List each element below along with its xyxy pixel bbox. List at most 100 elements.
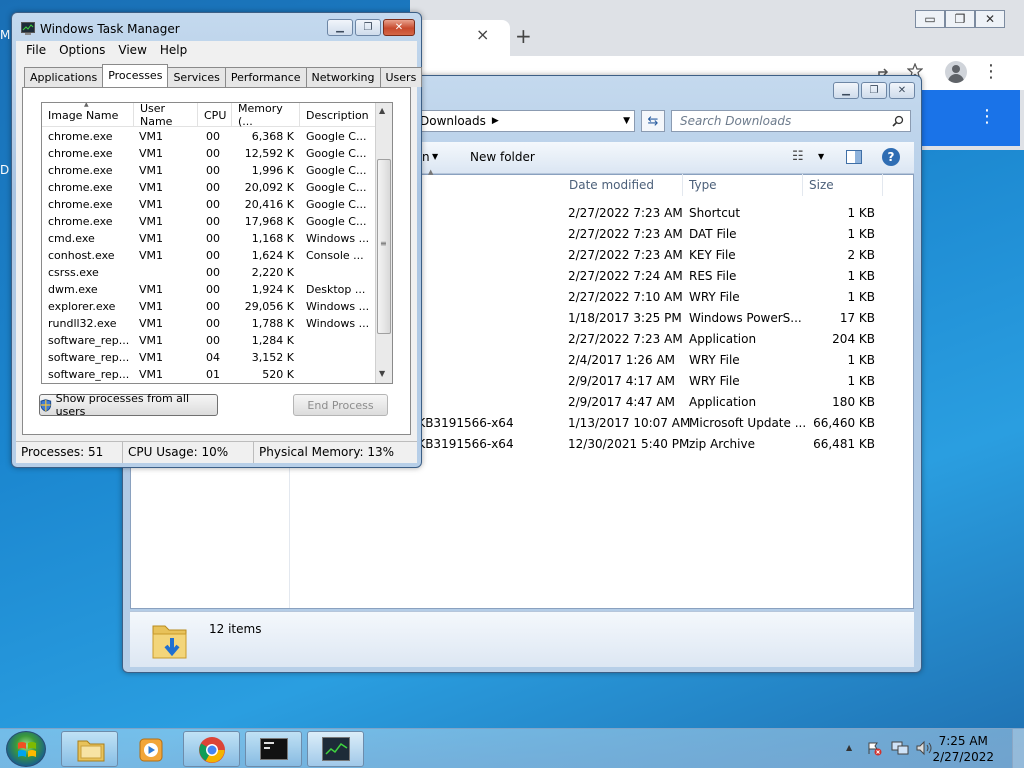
col-cpu[interactable]: CPU	[198, 103, 232, 127]
taskbar-explorer-button[interactable]	[61, 731, 118, 767]
view-options-icon[interactable]: ☷	[792, 149, 804, 164]
chrome-maximize-icon[interactable]: ❐	[945, 10, 975, 28]
view-dropdown-icon[interactable]: ▼	[818, 152, 824, 161]
address-dropdown-icon[interactable]: ▼	[623, 116, 630, 126]
explorer-close-icon[interactable]: ✕	[889, 82, 915, 99]
tm-close-icon[interactable]: ✕	[383, 19, 415, 36]
process-image-name: chrome.exe	[48, 130, 113, 143]
process-row[interactable]: conhost.exe VM1 00 1,624 K Console ...	[42, 247, 376, 264]
show-all-processes-button[interactable]: Show processes from all users	[39, 392, 218, 418]
taskbar-task-manager-button[interactable]	[307, 731, 364, 767]
status-cpu-usage: CPU Usage: 10%	[123, 442, 254, 463]
tab-processes[interactable]: Processes	[102, 64, 169, 87]
process-row[interactable]: rundll32.exe VM1 00 1,788 K Windows ...	[42, 315, 376, 332]
organize-partial-label[interactable]: n	[422, 150, 430, 164]
show-desktop-button[interactable]	[1012, 729, 1024, 768]
action-center-icon[interactable]	[866, 740, 882, 756]
file-row[interactable]: 2/27/2022 7:23 AM DAT File 1 KB	[413, 223, 908, 244]
scroll-up-icon[interactable]: ▲	[379, 106, 385, 115]
organize-dropdown-icon[interactable]: ▼	[432, 152, 438, 161]
process-image-name: software_rep...	[48, 351, 130, 364]
tab-applications[interactable]: Applications	[24, 67, 104, 87]
file-row[interactable]: 2/27/2022 7:24 AM RES File 1 KB	[413, 265, 908, 286]
process-list-scrollbar[interactable]: ▲ ≡ ▼	[375, 103, 392, 383]
profile-avatar-icon[interactable]	[945, 61, 967, 83]
process-row[interactable]: software_rep... VM1 01 520 K	[42, 366, 376, 383]
chrome-new-tab-icon[interactable]: +	[515, 24, 532, 48]
col-description[interactable]: Description	[300, 103, 376, 127]
process-row[interactable]: explorer.exe VM1 00 29,056 K Windows ...	[42, 298, 376, 315]
start-button[interactable]	[6, 731, 46, 767]
volume-icon[interactable]	[915, 740, 933, 756]
chrome-tab[interactable]	[410, 20, 510, 56]
search-placeholder: Search Downloads	[680, 114, 792, 128]
menu-options[interactable]: Options	[55, 41, 114, 61]
file-row[interactable]: 2/27/2022 7:10 AM WRY File 1 KB	[413, 286, 908, 307]
taskbar-cmd-button[interactable]	[245, 731, 302, 767]
chrome-close-icon[interactable]: ✕	[975, 10, 1005, 28]
tab-performance[interactable]: Performance	[224, 67, 307, 87]
end-process-button[interactable]: End Process	[293, 394, 388, 416]
task-manager-window: Windows Task Manager ▁ ❐ ✕ File Options …	[11, 12, 423, 468]
process-row[interactable]: software_rep... VM1 00 1,284 K	[42, 332, 376, 349]
address-bar[interactable]: Downloads ▶ ▼	[413, 110, 635, 132]
process-row[interactable]: dwm.exe VM1 00 1,924 K Desktop ...	[42, 281, 376, 298]
system-clock[interactable]: 7:25 AM 2/27/2022	[932, 733, 994, 765]
search-icon[interactable]	[892, 115, 904, 127]
file-row[interactable]: 2/27/2022 7:23 AM Application 204 KB	[413, 328, 908, 349]
scroll-down-icon[interactable]: ▼	[379, 369, 385, 378]
col-memory[interactable]: Memory (...	[232, 103, 300, 128]
file-row[interactable]: 2/9/2017 4:47 AM Application 180 KB	[413, 391, 908, 412]
column-size[interactable]: Size	[803, 174, 883, 196]
file-row[interactable]: 1/18/2017 3:25 PM Windows PowerS... 17 KB	[413, 307, 908, 328]
chrome-tab-close-icon[interactable]: ×	[476, 25, 489, 44]
process-list[interactable]: Image Name ▲ User Name CPU Memory (... D…	[41, 102, 393, 384]
process-row[interactable]: chrome.exe VM1 00 12,592 K Google C...	[42, 145, 376, 162]
file-row[interactable]: 2/4/2017 1:26 AM WRY File 1 KB	[413, 349, 908, 370]
refresh-icon[interactable]: ⇆	[641, 110, 665, 132]
menu-help[interactable]: Help	[156, 41, 196, 61]
tm-minimize-icon[interactable]: ▁	[327, 19, 353, 36]
process-row[interactable]: chrome.exe VM1 00 17,968 K Google C...	[42, 213, 376, 230]
process-cpu: 01	[206, 368, 220, 381]
clock-date: 2/27/2022	[932, 750, 994, 764]
menu-file[interactable]: File	[22, 41, 55, 61]
search-input[interactable]: Search Downloads	[671, 110, 911, 132]
explorer-maximize-icon[interactable]: ❐	[861, 82, 887, 99]
column-date-modified[interactable]: Date modified	[563, 174, 683, 196]
process-row[interactable]: chrome.exe VM1 00 6,368 K Google C...	[42, 128, 376, 145]
process-row[interactable]: chrome.exe VM1 00 20,416 K Google C...	[42, 196, 376, 213]
menu-view[interactable]: View	[114, 41, 155, 61]
show-hidden-icons[interactable]: ▲	[846, 743, 852, 752]
tab-services[interactable]: Services	[167, 67, 226, 87]
network-icon[interactable]	[891, 740, 909, 756]
process-row[interactable]: chrome.exe VM1 00 1,996 K Google C...	[42, 162, 376, 179]
explorer-minimize-icon[interactable]: ▁	[833, 82, 859, 99]
breadcrumb-downloads[interactable]: Downloads	[420, 114, 486, 128]
process-row[interactable]: csrss.exe 00 2,220 K	[42, 264, 376, 281]
tab-networking[interactable]: Networking	[305, 67, 381, 87]
chrome-minimize-icon[interactable]: ▭	[915, 10, 945, 28]
col-user-name[interactable]: User Name	[134, 103, 198, 128]
column-type[interactable]: Type	[683, 174, 803, 196]
process-image-name: conhost.exe	[48, 249, 115, 262]
help-icon[interactable]: ?	[882, 148, 900, 166]
file-row[interactable]: 2/27/2022 7:23 AM Shortcut 1 KB	[413, 202, 908, 223]
tab-users[interactable]: Users	[379, 67, 423, 87]
chrome-menu-icon[interactable]: ⋮	[982, 61, 1000, 82]
taskbar-media-player-button[interactable]	[122, 731, 179, 767]
preview-pane-icon[interactable]	[846, 150, 862, 164]
process-row[interactable]: cmd.exe VM1 00 1,168 K Windows ...	[42, 230, 376, 247]
new-folder-button[interactable]: New folder	[470, 150, 535, 164]
breadcrumb-arrow-icon[interactable]: ▶	[492, 116, 499, 126]
file-row[interactable]: 2/27/2022 7:23 AM KEY File 2 KB	[413, 244, 908, 265]
process-row[interactable]: chrome.exe VM1 00 20,092 K Google C...	[42, 179, 376, 196]
file-row[interactable]: -KB3191566-x64 12/30/2021 5:40 PM zip Arch…	[413, 433, 908, 454]
process-row[interactable]: software_rep... VM1 04 3,152 K	[42, 349, 376, 366]
media-player-icon	[139, 738, 163, 762]
taskbar-chrome-button[interactable]	[183, 731, 240, 767]
file-row[interactable]: 2/9/2017 4:17 AM WRY File 1 KB	[413, 370, 908, 391]
tm-maximize-icon[interactable]: ❐	[355, 19, 381, 36]
page-menu-icon[interactable]: ⋮	[978, 106, 996, 127]
file-row[interactable]: -KB3191566-x64 1/13/2017 10:07 AM Microsof…	[413, 412, 908, 433]
